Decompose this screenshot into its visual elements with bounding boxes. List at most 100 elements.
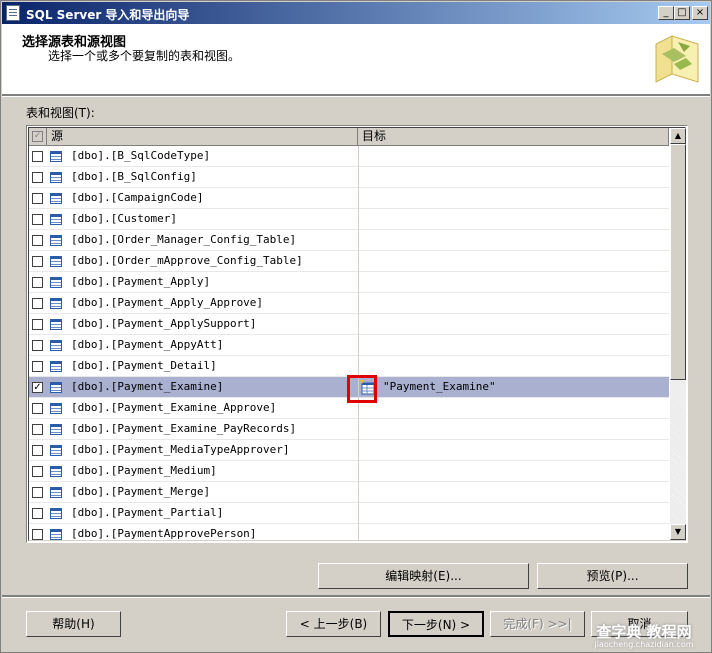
footer-divider (2, 595, 710, 598)
table-row[interactable]: [dbo].[B_SqlConfig] (29, 167, 669, 188)
row-source: [dbo].[Order_mApprove_Config_Table] (71, 254, 303, 267)
column-divider (358, 461, 359, 482)
table-icon (50, 214, 62, 225)
table-row[interactable]: [dbo].[Payment_Partial] (29, 503, 669, 524)
table-rows: [dbo].[B_SqlCodeType] [dbo].[B_SqlConfig]… (29, 146, 669, 540)
column-divider (358, 356, 359, 377)
watermark: 查字典 教程网 jiaocheng.chazidian.com (581, 621, 707, 651)
table-row[interactable]: [dbo].[Payment_MediaTypeApprover] (29, 440, 669, 461)
tables-grid[interactable]: ✓ 源 目标 [dbo].[B_SqlCodeType] [dbo].[B_Sql… (26, 125, 688, 543)
table-icon (50, 340, 62, 351)
table-row[interactable]: [dbo].[PaymentApprovePerson] (29, 524, 669, 540)
table-row[interactable]: [dbo].[Payment_Apply] (29, 272, 669, 293)
table-row[interactable]: [dbo].[Order_Manager_Config_Table] (29, 230, 669, 251)
table-icon (50, 508, 62, 519)
row-source: [dbo].[Payment_Examine_Approve] (71, 401, 277, 414)
column-divider (358, 335, 359, 356)
row-source: [dbo].[Payment_Detail] (71, 359, 217, 372)
row-source: [dbo].[B_SqlConfig] (71, 170, 197, 183)
row-checkbox[interactable] (32, 487, 43, 498)
wizard-graphic-icon (652, 34, 702, 86)
row-source: [dbo].[B_SqlCodeType] (71, 149, 211, 162)
table-row[interactable]: [dbo].[Payment_Apply_Approve] (29, 293, 669, 314)
column-divider (358, 272, 359, 293)
wizard-window: SQL Server 导入和导出向导 _ □ × 选择源表和源视图 选择一个或多… (0, 0, 712, 653)
row-source: [dbo].[Payment_Apply] (71, 275, 211, 288)
highlight-box (347, 375, 377, 403)
row-checkbox[interactable]: ✓ (32, 382, 43, 393)
table-row[interactable]: [dbo].[Payment_Detail] (29, 356, 669, 377)
preview-button[interactable]: 预览(P)... (537, 563, 688, 589)
row-checkbox[interactable] (32, 424, 43, 435)
table-icon (50, 172, 62, 183)
table-icon (50, 235, 62, 246)
edit-mappings-button[interactable]: 编辑映射(E)... (318, 563, 529, 589)
table-icon (50, 466, 62, 477)
row-source: [dbo].[Payment_Medium] (71, 464, 217, 477)
row-destination[interactable]: "Payment_Examine" (383, 380, 496, 393)
row-checkbox[interactable] (32, 193, 43, 204)
select-all-header[interactable]: ✓ (29, 128, 47, 146)
window-title: SQL Server 导入和导出向导 (26, 8, 190, 22)
row-checkbox[interactable] (32, 319, 43, 330)
table-icon (50, 151, 62, 162)
row-checkbox[interactable] (32, 466, 43, 477)
column-divider (358, 440, 359, 461)
row-checkbox[interactable] (32, 277, 43, 288)
table-icon (50, 193, 62, 204)
select-all-checkbox[interactable]: ✓ (32, 131, 43, 142)
column-divider (358, 167, 359, 188)
help-button[interactable]: 帮助(H) (26, 611, 121, 637)
column-divider (358, 482, 359, 503)
table-row[interactable]: [dbo].[Order_mApprove_Config_Table] (29, 251, 669, 272)
row-checkbox[interactable] (32, 445, 43, 456)
close-button[interactable]: × (692, 6, 708, 20)
table-row[interactable]: [dbo].[Payment_Examine_PayRecords] (29, 419, 669, 440)
column-header-source[interactable]: 源 (47, 128, 358, 146)
table-row[interactable]: [dbo].[Payment_AppyAtt] (29, 335, 669, 356)
scroll-down-button[interactable]: ▼ (670, 524, 686, 540)
row-source: [dbo].[Customer] (71, 212, 177, 225)
table-icon (50, 403, 62, 414)
vertical-scrollbar[interactable]: ▲ ▼ (670, 128, 686, 540)
minimize-button[interactable]: _ (658, 6, 674, 20)
column-divider (358, 209, 359, 230)
row-checkbox[interactable] (32, 172, 43, 183)
column-divider (358, 503, 359, 524)
row-checkbox[interactable] (32, 151, 43, 162)
scroll-up-button[interactable]: ▲ (670, 128, 686, 144)
column-divider (358, 146, 359, 167)
finish-button[interactable]: 完成(F) >>| (490, 611, 585, 637)
column-divider (358, 188, 359, 209)
title-bar: SQL Server 导入和导出向导 _ □ × (2, 2, 710, 24)
row-checkbox[interactable] (32, 214, 43, 225)
watermark-sub: jiaocheng.chazidian.com (594, 640, 694, 649)
table-row[interactable]: [dbo].[Payment_Merge] (29, 482, 669, 503)
row-checkbox[interactable] (32, 256, 43, 267)
row-source: [dbo].[Payment_MediaTypeApprover] (71, 443, 290, 456)
row-source: [dbo].[Payment_Merge] (71, 485, 211, 498)
column-divider (358, 419, 359, 440)
column-header-destination[interactable]: 目标 (358, 128, 669, 146)
table-row[interactable]: [dbo].[Payment_Medium] (29, 461, 669, 482)
table-row[interactable]: [dbo].[B_SqlCodeType] (29, 146, 669, 167)
table-row[interactable]: [dbo].[Customer] (29, 209, 669, 230)
table-icon (50, 361, 62, 372)
wizard-header: 选择源表和源视图 选择一个或多个要复制的表和视图。 (2, 24, 710, 94)
table-row[interactable]: [dbo].[Payment_ApplySupport] (29, 314, 669, 335)
maximize-button[interactable]: □ (674, 6, 690, 20)
next-button[interactable]: 下一步(N) > (388, 611, 484, 637)
row-checkbox[interactable] (32, 403, 43, 414)
row-checkbox[interactable] (32, 298, 43, 309)
row-checkbox[interactable] (32, 529, 43, 540)
scroll-thumb[interactable] (670, 144, 686, 380)
column-divider (358, 230, 359, 251)
back-button[interactable]: < 上一步(B) (286, 611, 381, 637)
row-checkbox[interactable] (32, 361, 43, 372)
table-icon (50, 382, 62, 393)
row-checkbox[interactable] (32, 340, 43, 351)
row-checkbox[interactable] (32, 235, 43, 246)
table-row[interactable]: [dbo].[CampaignCode] (29, 188, 669, 209)
row-checkbox[interactable] (32, 508, 43, 519)
app-icon (6, 5, 20, 21)
